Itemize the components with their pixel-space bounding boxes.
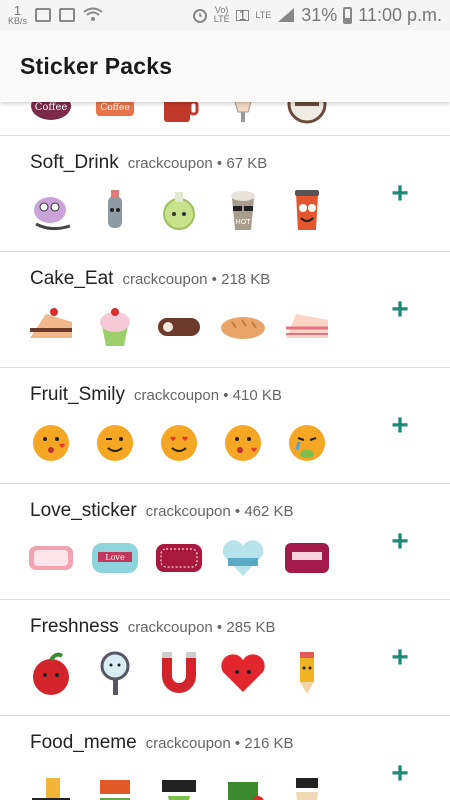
teapot-face-sticker: [26, 184, 76, 234]
orange-love-sticker: [154, 416, 204, 466]
add-pack-button[interactable]: +: [386, 295, 414, 325]
magnifier-face-sticker: [90, 648, 140, 698]
status-bar: 1 KB/s Vo) LTE 1 LTE 31% 11:00 p.m.: [0, 0, 450, 30]
orange-crying-sticker: [282, 416, 332, 466]
sticker-preview-strip: [26, 416, 332, 466]
cupcake-sticker: [90, 300, 140, 350]
add-pack-button[interactable]: +: [386, 179, 414, 209]
bottle-face-sticker: [90, 184, 140, 234]
battery-percent: 31%: [301, 4, 338, 25]
pack-row-food-meme[interactable]: Food_meme crackcoupon • 216 KB +: [0, 716, 450, 800]
sticker-preview-strip: [26, 648, 332, 698]
eat-meme-sticker: [90, 764, 140, 800]
app-bar: Sticker Packs: [0, 30, 450, 102]
sync-icon: [35, 8, 52, 22]
pack-row-soft-drink[interactable]: Soft_Drink crackcoupon • 67 KB HOT +: [0, 136, 450, 252]
sim-indicator: 1: [235, 8, 250, 22]
pack-meta: crackcoupon • 218 KB: [122, 271, 271, 288]
page-title: Sticker Packs: [20, 52, 173, 79]
pack-row-cake-eat[interactable]: Cake_Eat crackcoupon • 218 KB +: [0, 252, 450, 368]
sticker-preview-strip: HOT: [26, 184, 332, 234]
coffee-meme-sticker: [282, 764, 332, 800]
pack-name: Food_meme: [30, 732, 137, 753]
add-pack-button[interactable]: +: [386, 527, 414, 557]
pack-name: Soft_Drink: [30, 152, 119, 173]
wifi-icon: [83, 7, 103, 21]
apple-face-sticker: [26, 648, 76, 698]
pack-name: Freshness: [30, 616, 119, 637]
svg-text:Coffee: Coffee: [100, 103, 129, 113]
cup-face-sticker: [282, 184, 332, 234]
love-tag-red-sticker: [154, 532, 204, 582]
gallery-icon: [59, 8, 76, 22]
happy-love-tag-sticker: [282, 532, 332, 582]
beer-meme-sticker: [26, 764, 76, 800]
diet-meme-sticker: [218, 764, 268, 800]
network-speed: 1 KB/s: [8, 2, 28, 26]
swiss-roll-sticker: [154, 300, 204, 350]
lte-label: LTE: [255, 9, 272, 20]
svg-text:HOT: HOT: [235, 218, 251, 226]
pack-meta: crackcoupon • 410 KB: [134, 387, 282, 404]
sticker-preview-strip: Love: [26, 532, 332, 582]
sticker-preview-strip: [26, 764, 332, 800]
layer-cake-sticker: [282, 300, 332, 350]
add-pack-button[interactable]: +: [386, 759, 414, 789]
orange-wink-sticker: [90, 416, 140, 466]
pack-meta: crackcoupon • 285 KB: [127, 619, 276, 636]
svg-text:Coffee: Coffee: [35, 102, 68, 113]
pack-row-love-sticker[interactable]: Love_sticker crackcoupon • 462 KB Love +: [0, 484, 450, 600]
signal-icon: [278, 8, 295, 22]
orange-kiss-sticker: [26, 416, 76, 466]
pack-name: Fruit_Smily: [30, 384, 126, 405]
battery-icon: [343, 6, 353, 24]
tea-meme-sticker: [154, 764, 204, 800]
sticker-preview-strip: [26, 300, 332, 350]
alarm-icon: [192, 9, 207, 23]
pack-meta: crackcoupon • 462 KB: [145, 503, 294, 520]
love-you-forever-sticker: [218, 532, 268, 582]
magnet-face-sticker: [154, 648, 204, 698]
pack-name: Cake_Eat: [30, 268, 114, 289]
pack-meta: crackcoupon • 216 KB: [145, 735, 294, 752]
hot-drink-sunglasses-sticker: HOT: [218, 184, 268, 234]
add-pack-button[interactable]: +: [386, 643, 414, 673]
pack-meta: crackcoupon • 67 KB: [127, 155, 268, 172]
svg-text:Love: Love: [105, 553, 125, 562]
love-tag-pink-sticker: [26, 532, 76, 582]
potion-face-sticker: [154, 184, 204, 234]
my-love-tag-sticker: Love: [90, 532, 140, 582]
pack-name: Love_sticker: [30, 500, 137, 521]
pack-row-fruit-smily[interactable]: Fruit_Smily crackcoupon • 410 KB +: [0, 368, 450, 484]
cake-slice-sticker: [26, 300, 76, 350]
pack-row-freshness[interactable]: Freshness crackcoupon • 285 KB +: [0, 600, 450, 716]
add-pack-button[interactable]: +: [386, 411, 414, 441]
bread-loaf-sticker: [218, 300, 268, 350]
orange-kiss-heart-sticker: [218, 416, 268, 466]
pencil-face-sticker: [282, 648, 332, 698]
sticker-pack-list[interactable]: Coffee Coffee Soft_Drink crackcoupon • 6…: [0, 86, 450, 800]
clock: 11:00 p.m.: [358, 4, 442, 25]
heart-face-sticker: [218, 648, 268, 698]
volte-label: Vo) LTE: [213, 5, 230, 24]
